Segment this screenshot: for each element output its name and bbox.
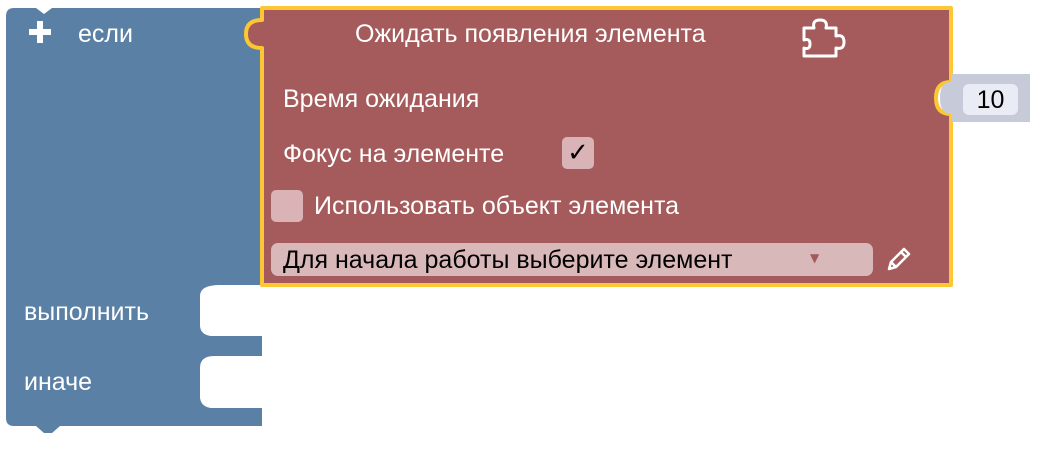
block-shapes	[6, 6, 1030, 433]
pencil-icon[interactable]	[884, 244, 914, 274]
use-object-label: Использовать объект элемента	[314, 192, 680, 220]
check-icon: ✓	[567, 138, 589, 168]
plus-icon[interactable]	[26, 18, 54, 46]
wait-time-value: 10	[976, 86, 1005, 114]
if-label: если	[78, 20, 133, 48]
wait-time-label: Время ожидания	[283, 85, 480, 113]
use-object-checkbox[interactable]	[271, 190, 303, 222]
do-label: выполнить	[24, 298, 149, 326]
wait-block-title: Ожидать появления элемента	[355, 20, 706, 48]
else-slot[interactable]	[200, 358, 262, 408]
dropdown-arrow-icon[interactable]: ▼	[810, 252, 819, 264]
else-label: иначе	[24, 368, 93, 396]
do-slot[interactable]	[200, 287, 262, 336]
focus-checkbox[interactable]: ✓	[562, 137, 594, 169]
focus-label: Фокус на элементе	[283, 140, 505, 168]
element-dropdown[interactable]: Для начала работы выберите элемент	[271, 243, 873, 276]
puzzle-icon[interactable]	[798, 16, 846, 60]
blockly-workspace[interactable]: если выполнить иначе Ожидать появления э…	[0, 0, 1044, 449]
wait-time-number-field[interactable]: 10	[963, 84, 1018, 115]
element-dropdown-value: Для начала работы выберите элемент	[283, 246, 733, 274]
